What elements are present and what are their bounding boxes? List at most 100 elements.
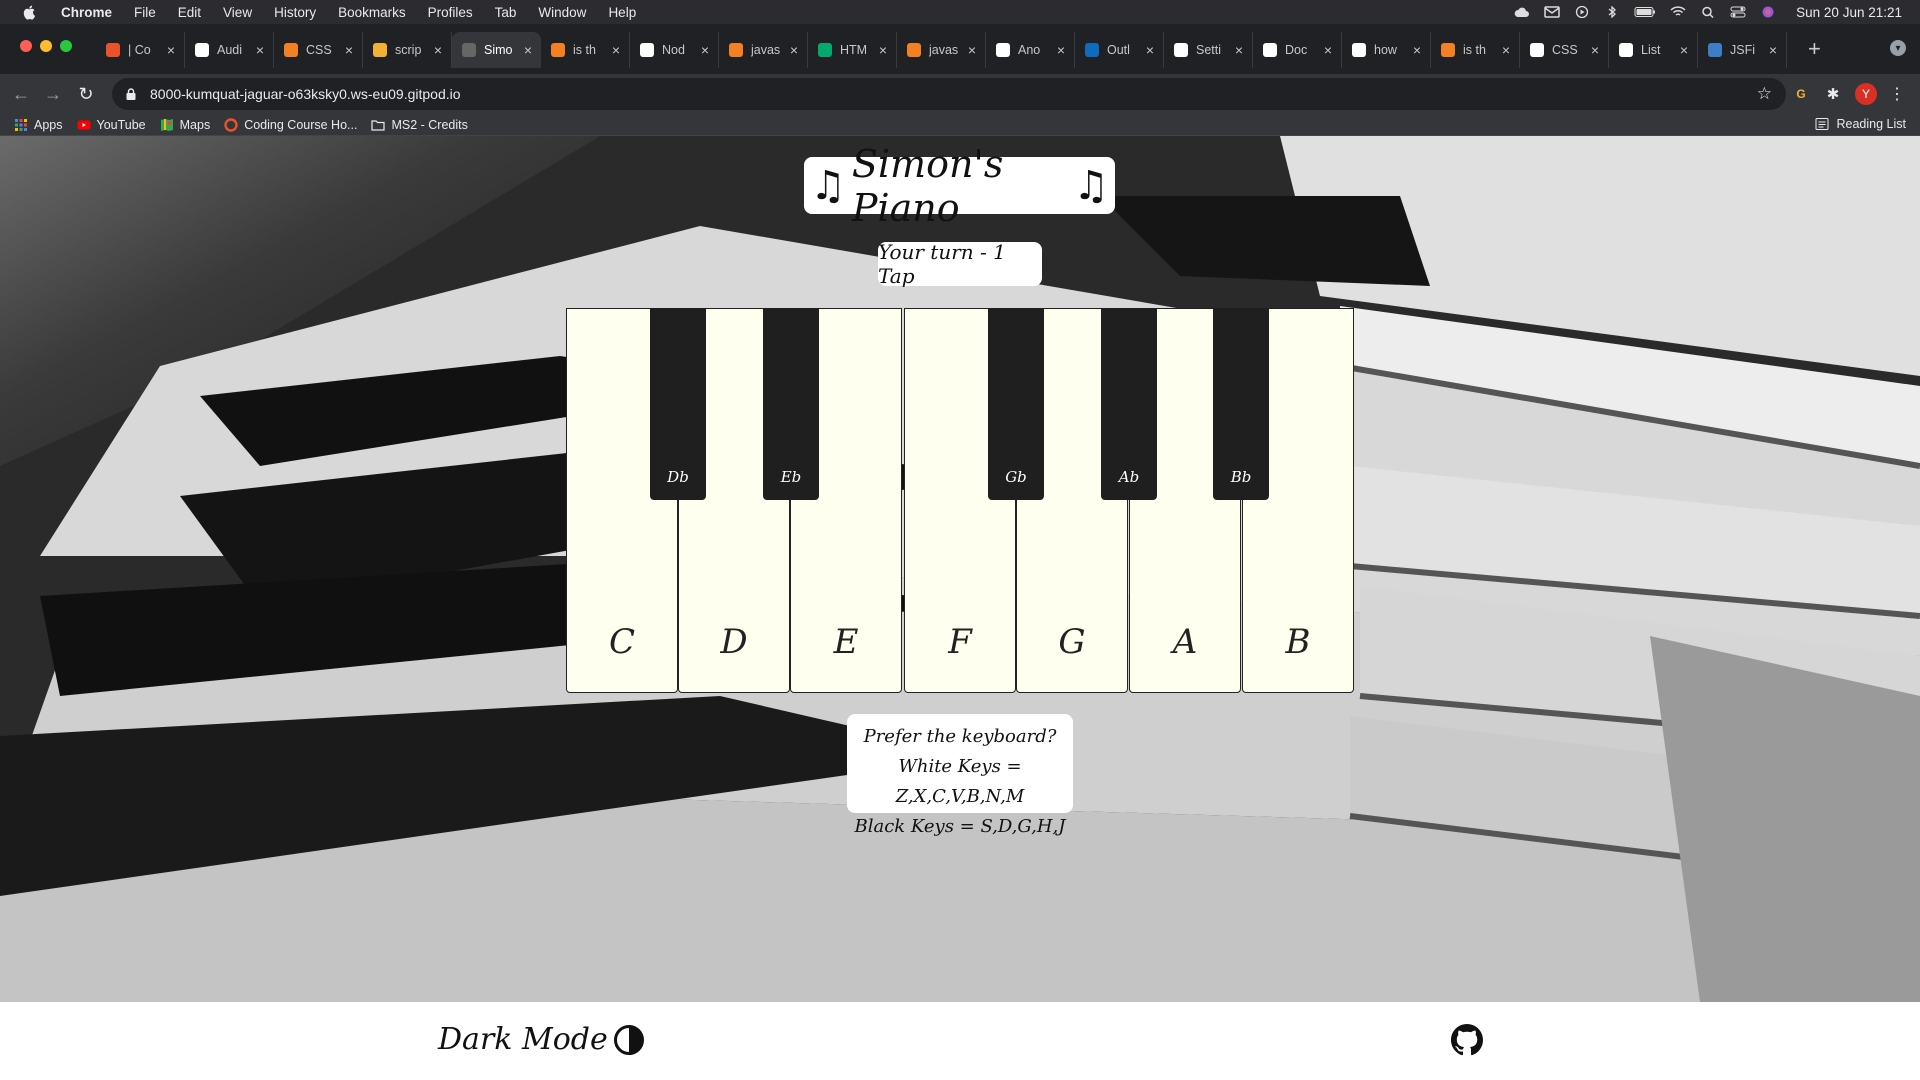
browser-tab[interactable]: | Co × — [96, 32, 185, 68]
browser-tab[interactable]: CSS × — [274, 32, 363, 68]
browser-tab[interactable]: Ano × — [986, 32, 1075, 68]
browser-tab[interactable]: List × — [1609, 32, 1698, 68]
bookmark-coding-course[interactable]: Coding Course Ho... — [224, 118, 357, 132]
mail-icon[interactable] — [1544, 6, 1560, 18]
black-key-db[interactable]: Db — [650, 308, 706, 500]
bookmark-star-icon[interactable]: ☆ — [1757, 84, 1772, 104]
tab-close-icon[interactable]: × — [1588, 42, 1602, 58]
tab-close-icon[interactable]: × — [965, 42, 979, 58]
back-button[interactable]: ← — [9, 82, 33, 106]
bookmark-apps[interactable]: Apps — [14, 118, 63, 132]
lock-icon[interactable] — [126, 88, 136, 100]
forward-button[interactable]: → — [41, 82, 65, 106]
browser-tab[interactable]: CSS × — [1520, 32, 1609, 68]
browser-tab[interactable]: Doc × — [1253, 32, 1342, 68]
menu-file[interactable]: File — [134, 5, 156, 20]
black-key-eb[interactable]: Eb — [763, 308, 819, 500]
tab-search-button[interactable]: ▾ — [1890, 40, 1906, 56]
new-tab-button[interactable]: + — [1808, 36, 1821, 62]
browser-tab[interactable]: HTM × — [808, 32, 897, 68]
piano-keyboard: C D E F G A B Db Eb Gb Ab Bb — [566, 308, 1354, 693]
reload-button[interactable]: ↻ — [74, 82, 98, 106]
half-circle-icon — [613, 1024, 644, 1055]
dark-mode-toggle[interactable]: Dark Mode — [438, 1022, 644, 1057]
wifi-icon[interactable] — [1670, 6, 1686, 18]
tab-close-icon[interactable]: × — [342, 42, 356, 58]
menu-app-name[interactable]: Chrome — [61, 5, 112, 20]
tab-close-icon[interactable]: × — [1321, 42, 1335, 58]
profile-avatar[interactable]: Y — [1855, 83, 1877, 105]
tab-close-icon[interactable]: × — [1054, 42, 1068, 58]
menu-help[interactable]: Help — [608, 5, 636, 20]
tab-close-icon[interactable]: × — [1410, 42, 1424, 58]
tab-close-icon[interactable]: × — [521, 42, 535, 58]
browser-tab[interactable]: scrip × — [363, 32, 452, 68]
browser-tab[interactable]: Simo × — [452, 32, 541, 68]
bookmark-maps[interactable]: Maps — [160, 118, 210, 132]
battery-icon[interactable] — [1634, 6, 1656, 18]
siri-icon[interactable] — [1760, 6, 1776, 18]
browser-tab[interactable]: javas × — [897, 32, 986, 68]
url-text[interactable]: 8000-kumquat-jaguar-o63ksky0.ws-eu09.git… — [150, 86, 461, 102]
tab-favicon-icon — [1441, 43, 1455, 57]
control-center-icon[interactable] — [1730, 6, 1746, 18]
menu-profiles[interactable]: Profiles — [428, 5, 473, 20]
github-icon[interactable] — [1451, 1024, 1483, 1056]
browser-tab[interactable]: Audi × — [185, 32, 274, 68]
browser-tab[interactable]: javas × — [719, 32, 808, 68]
bookmark-ms2-credits[interactable]: MS2 - Credits — [371, 118, 468, 132]
page-title-text: Simon's Piano — [851, 141, 1004, 230]
tab-close-icon[interactable]: × — [164, 42, 178, 58]
chrome-menu-icon[interactable]: ⋮ — [1886, 83, 1908, 105]
menu-tab[interactable]: Tab — [495, 5, 517, 20]
tab-close-icon[interactable]: × — [609, 42, 623, 58]
menu-view[interactable]: View — [223, 5, 252, 20]
tab-favicon-icon — [996, 43, 1010, 57]
help-line: Prefer the keyboard? — [863, 726, 1057, 747]
tab-close-icon[interactable]: × — [787, 42, 801, 58]
tab-close-icon[interactable]: × — [698, 42, 712, 58]
browser-tab[interactable]: how × — [1342, 32, 1431, 68]
maps-icon — [160, 118, 173, 131]
menu-history[interactable]: History — [274, 5, 316, 20]
black-key-gb[interactable]: Gb — [988, 308, 1044, 500]
close-window-button[interactable] — [20, 40, 32, 52]
bookmark-youtube[interactable]: YouTube — [77, 118, 146, 132]
dark-mode-label: Dark Mode — [438, 1022, 608, 1057]
apple-icon[interactable] — [22, 4, 38, 20]
extensions-puzzle-icon[interactable]: ✱ — [1822, 83, 1844, 105]
browser-tab[interactable]: JSFi × — [1698, 32, 1787, 68]
minimize-window-button[interactable] — [40, 40, 52, 52]
menubar-clock[interactable]: Sun 20 Jun 21:21 — [1796, 5, 1902, 20]
tab-close-icon[interactable]: × — [253, 42, 267, 58]
maximize-window-button[interactable] — [60, 40, 72, 52]
menu-bookmarks[interactable]: Bookmarks — [338, 5, 406, 20]
tab-close-icon[interactable]: × — [1143, 42, 1157, 58]
bluetooth-icon[interactable] — [1604, 6, 1620, 18]
cloud-icon[interactable] — [1514, 6, 1530, 18]
browser-tab[interactable]: Nod × — [630, 32, 719, 68]
music-note-icon: ♫ — [810, 162, 846, 209]
browser-tab[interactable]: Outl × — [1075, 32, 1164, 68]
tab-title: Simo — [484, 43, 513, 57]
address-bar[interactable]: 8000-kumquat-jaguar-o63ksky0.ws-eu09.git… — [112, 78, 1786, 110]
window-controls — [20, 40, 72, 52]
black-key-ab[interactable]: Ab — [1101, 308, 1157, 500]
browser-tab[interactable]: Setti × — [1164, 32, 1253, 68]
browser-tab[interactable]: is th × — [541, 32, 630, 68]
tab-close-icon[interactable]: × — [876, 42, 890, 58]
tab-close-icon[interactable]: × — [1499, 42, 1513, 58]
tab-close-icon[interactable]: × — [1677, 42, 1691, 58]
menu-window[interactable]: Window — [538, 5, 586, 20]
tab-close-icon[interactable]: × — [1766, 42, 1780, 58]
tab-close-icon[interactable]: × — [431, 42, 445, 58]
play-icon[interactable] — [1574, 6, 1590, 18]
browser-tab[interactable]: is th × — [1431, 32, 1520, 68]
tab-close-icon[interactable]: × — [1232, 42, 1246, 58]
reading-list-button[interactable]: Reading List — [1815, 117, 1906, 131]
grammarly-extension-icon[interactable]: G — [1790, 83, 1812, 105]
tab-title: Setti — [1196, 43, 1222, 57]
spotlight-icon[interactable] — [1700, 6, 1716, 18]
menu-edit[interactable]: Edit — [178, 5, 201, 20]
black-key-bb[interactable]: Bb — [1213, 308, 1269, 500]
